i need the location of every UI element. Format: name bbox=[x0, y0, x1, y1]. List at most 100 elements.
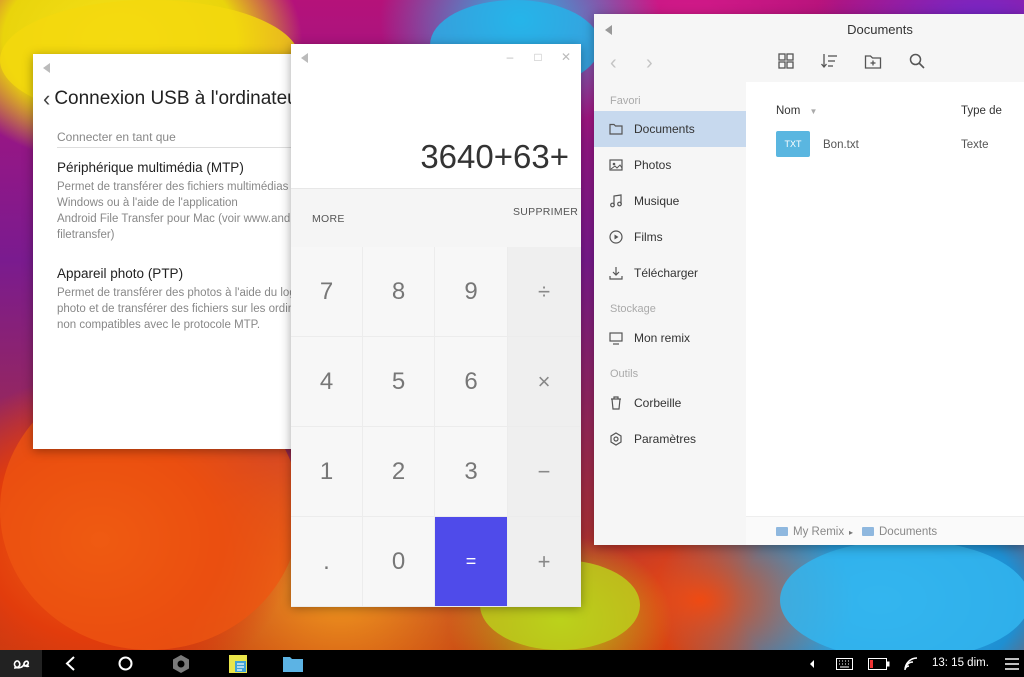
column-header-type[interactable]: Type de bbox=[961, 105, 1002, 117]
nav-forward-icon[interactable]: › bbox=[646, 52, 653, 75]
key-decimal[interactable]: . bbox=[291, 517, 363, 607]
key-3[interactable]: 3 bbox=[435, 427, 508, 517]
folder-icon bbox=[608, 121, 624, 137]
key-4[interactable]: 4 bbox=[291, 337, 363, 427]
column-header-name[interactable]: Nom ▼ bbox=[776, 105, 817, 117]
calculator-expression: 3640+63+ bbox=[420, 138, 569, 175]
key-7[interactable]: 7 bbox=[291, 247, 363, 337]
monitor-icon bbox=[608, 330, 624, 346]
back-nav-icon[interactable] bbox=[64, 655, 78, 672]
sidebar-item-music[interactable]: Musique bbox=[594, 183, 746, 219]
home-icon[interactable] bbox=[117, 655, 134, 672]
key-multiply[interactable]: × bbox=[508, 337, 581, 427]
sidebar-item-label: Corbeille bbox=[634, 396, 682, 410]
minimize-icon[interactable]: – bbox=[503, 50, 517, 64]
back-icon[interactable] bbox=[301, 53, 308, 63]
sort-arrow-icon: ▼ bbox=[809, 107, 818, 116]
calculator-titlebar[interactable]: – □ ✕ bbox=[291, 44, 581, 72]
usb-option-ptp-description: Permet de transférer des photos à l'aide… bbox=[57, 285, 301, 333]
calculator-function-row: MORE SUPPRIMER bbox=[291, 188, 581, 247]
trash-icon bbox=[608, 395, 624, 411]
description-line: photo et de transférer des fichiers sur … bbox=[57, 303, 301, 315]
key-6[interactable]: 6 bbox=[435, 337, 508, 427]
sidebar-item-label: Musique bbox=[634, 194, 680, 208]
sidebar-item-label: Films bbox=[634, 230, 663, 244]
file-manager-app-icon[interactable] bbox=[282, 655, 304, 673]
window-title: Documents bbox=[847, 22, 913, 37]
file-type: Texte bbox=[961, 139, 989, 151]
sidebar-item-films[interactable]: Films bbox=[594, 219, 746, 255]
usb-option-mtp-title[interactable]: Périphérique multimédia (MTP) bbox=[57, 160, 244, 175]
music-note-icon bbox=[608, 193, 624, 209]
sidebar-item-downloads[interactable]: Télécharger bbox=[594, 255, 746, 291]
page-title: Connexion USB à l'ordinateur bbox=[54, 88, 301, 109]
wifi-icon[interactable] bbox=[903, 656, 919, 672]
delete-button[interactable]: SUPPRIMER bbox=[513, 206, 578, 219]
key-plus[interactable]: + bbox=[508, 517, 581, 607]
chevron-left-icon[interactable]: ‹ bbox=[43, 86, 50, 112]
sidebar-item-settings[interactable]: Paramètres bbox=[594, 421, 746, 457]
battery-icon[interactable] bbox=[868, 658, 890, 670]
description-line: Android File Transfer pour Mac (voir www… bbox=[57, 213, 301, 225]
key-5[interactable]: 5 bbox=[363, 337, 435, 427]
sidebar-item-photos[interactable]: Photos bbox=[594, 147, 746, 183]
file-name: Bon.txt bbox=[823, 139, 859, 151]
folder-icon bbox=[862, 527, 874, 536]
calculator-display: 3640+63+ bbox=[291, 72, 581, 188]
breadcrumb-item-my-remix[interactable]: My Remix bbox=[776, 526, 844, 538]
gear-icon bbox=[608, 431, 624, 447]
close-icon[interactable]: ✕ bbox=[559, 50, 573, 64]
section-label: Connecter en tant que bbox=[57, 130, 176, 144]
file-manager-sidebar: Favori Documents Photos Musique Films Té… bbox=[594, 82, 746, 545]
file-manager-window: Documents ‹ › Favori Documents Photos Mu… bbox=[594, 14, 1024, 545]
menu-icon[interactable] bbox=[1004, 658, 1020, 670]
breadcrumb-label: My Remix bbox=[793, 526, 845, 538]
breadcrumb-separator-icon: ▸ bbox=[849, 528, 854, 537]
tray-expand-icon[interactable] bbox=[808, 659, 816, 669]
key-minus[interactable]: − bbox=[508, 427, 581, 517]
usb-settings-window: ‹ Connexion USB à l'ordinateur Connecter … bbox=[33, 54, 301, 449]
sidebar-item-label: Paramètres bbox=[634, 432, 697, 446]
download-icon bbox=[608, 265, 624, 281]
description-line: Permet de transférer des photos à l'aide… bbox=[57, 287, 301, 299]
sidebar-section-storage: Stockage bbox=[610, 303, 656, 315]
search-icon[interactable] bbox=[908, 52, 926, 70]
key-1[interactable]: 1 bbox=[291, 427, 363, 517]
key-0[interactable]: 0 bbox=[363, 517, 435, 607]
sidebar-item-label: Mon remix bbox=[634, 331, 691, 345]
maximize-icon[interactable]: □ bbox=[531, 50, 545, 64]
breadcrumb: My Remix ▸ Documents bbox=[746, 516, 1024, 545]
description-line: Permet de transférer des fichiers multim… bbox=[57, 181, 289, 193]
new-folder-icon[interactable] bbox=[864, 52, 882, 70]
nav-back-icon[interactable]: ‹ bbox=[610, 52, 617, 75]
key-2[interactable]: 2 bbox=[363, 427, 435, 517]
settings-hex-icon[interactable] bbox=[171, 654, 191, 674]
calculator-window: – □ ✕ 3640+63+ MORE SUPPRIMER 7 8 9 ÷ 4 … bbox=[291, 44, 581, 607]
key-divide[interactable]: ÷ bbox=[508, 247, 581, 337]
sidebar-item-documents[interactable]: Documents bbox=[594, 111, 746, 147]
key-equals[interactable]: = bbox=[435, 517, 508, 607]
back-icon[interactable] bbox=[43, 63, 50, 73]
description-line: filetransfer) bbox=[57, 229, 115, 241]
key-8[interactable]: 8 bbox=[363, 247, 435, 337]
start-menu-logo[interactable] bbox=[0, 650, 42, 677]
taskbar-clock[interactable]: 13: 15 dim. bbox=[932, 657, 989, 669]
image-icon bbox=[608, 157, 624, 173]
sidebar-item-trash[interactable]: Corbeille bbox=[594, 385, 746, 421]
notes-app-icon[interactable] bbox=[228, 654, 248, 674]
sidebar-item-label: Documents bbox=[634, 122, 695, 136]
usb-header: ‹ Connexion USB à l'ordinateur bbox=[43, 86, 301, 116]
calculator-keypad: 7 8 9 ÷ 4 5 6 × 1 2 3 − . 0 = + bbox=[291, 247, 581, 607]
key-9[interactable]: 9 bbox=[435, 247, 508, 337]
sidebar-item-mon-remix[interactable]: Mon remix bbox=[594, 320, 746, 356]
taskbar: 13: 15 dim. bbox=[0, 650, 1024, 677]
grid-view-icon[interactable] bbox=[777, 52, 795, 70]
more-button[interactable]: MORE bbox=[312, 213, 345, 225]
usb-option-ptp-title[interactable]: Appareil photo (PTP) bbox=[57, 266, 183, 281]
description-line: non compatibles avec le protocole MTP. bbox=[57, 319, 261, 331]
sort-icon[interactable] bbox=[820, 52, 838, 70]
breadcrumb-item-documents[interactable]: Documents bbox=[862, 526, 937, 538]
usb-window-titlebar[interactable] bbox=[33, 54, 301, 82]
sidebar-item-label: Télécharger bbox=[634, 266, 699, 280]
keyboard-icon[interactable] bbox=[836, 658, 853, 670]
